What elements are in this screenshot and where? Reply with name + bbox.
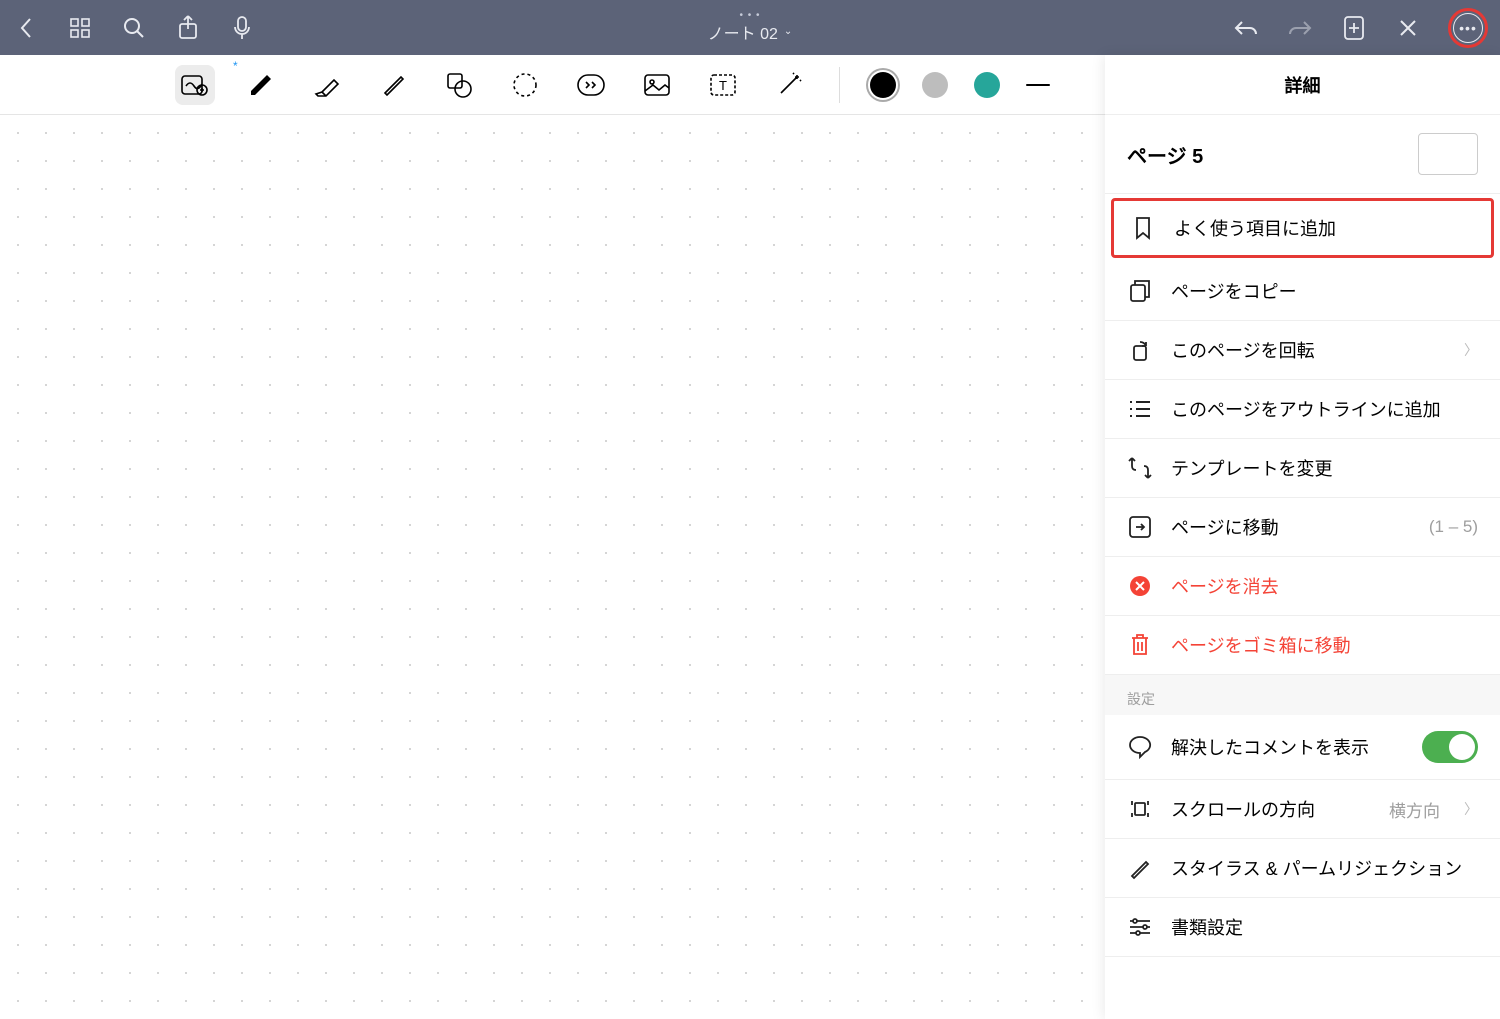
rotate-page-item[interactable]: このページを回転 〉 [1105, 321, 1500, 380]
trash-page-item[interactable]: ページをゴミ箱に移動 [1105, 616, 1500, 675]
add-favorite-item[interactable]: よく使う項目に追加 [1111, 198, 1494, 258]
text-tool[interactable]: T [703, 65, 743, 105]
page-range: (1 – 5) [1429, 517, 1478, 537]
magic-tool[interactable] [769, 65, 809, 105]
color-teal[interactable] [974, 72, 1000, 98]
detail-panel: 詳細 ページ 5 よく使う項目に追加 ページをコピー このページを回転 〉 この… [1105, 55, 1500, 1019]
clear-icon [1127, 573, 1153, 599]
add-outline-item[interactable]: このページをアウトラインに追加 [1105, 380, 1500, 439]
goto-page-item[interactable]: ページに移動 (1 – 5) [1105, 498, 1500, 557]
comments-toggle[interactable] [1422, 731, 1478, 763]
stylus-item[interactable]: スタイラス & パームリジェクション [1105, 839, 1500, 898]
add-page-button[interactable] [1340, 14, 1368, 42]
doc-title[interactable]: • • • ノート 02⌄ [708, 12, 793, 44]
page-number-label: ページ 5 [1127, 140, 1203, 169]
undo-button[interactable] [1232, 14, 1260, 42]
copy-page-item[interactable]: ページをコピー [1105, 262, 1500, 321]
change-template-item[interactable]: テンプレートを変更 [1105, 439, 1500, 498]
stylus-icon [1127, 855, 1153, 881]
resolved-comments-item[interactable]: 解決したコメントを表示 [1105, 715, 1500, 780]
scroll-value: 横方向 [1389, 797, 1440, 822]
zoom-tool[interactable] [175, 65, 215, 105]
clear-page-item[interactable]: ページを消去 [1105, 557, 1500, 616]
color-gray[interactable] [922, 72, 948, 98]
share-button[interactable] [174, 14, 202, 42]
page-thumbnail[interactable] [1418, 133, 1478, 175]
template-icon [1127, 455, 1153, 481]
back-button[interactable] [12, 14, 40, 42]
more-menu-highlight: ••• [1448, 8, 1488, 48]
page-info-row: ページ 5 [1105, 115, 1500, 194]
panel-title: 詳細 [1105, 55, 1500, 115]
pen-tool[interactable]: * [241, 65, 281, 105]
sticker-tool[interactable] [571, 65, 611, 105]
scroll-direction-item[interactable]: スクロールの方向 横方向 〉 [1105, 780, 1500, 839]
chevron-right-icon: 〉 [1464, 340, 1478, 360]
shape-tool[interactable] [439, 65, 479, 105]
goto-icon [1127, 514, 1153, 540]
highlighter-tool[interactable] [373, 65, 413, 105]
close-button[interactable] [1394, 14, 1422, 42]
copy-icon [1127, 278, 1153, 304]
rotate-icon [1127, 337, 1153, 363]
doc-settings-item[interactable]: 書類設定 [1105, 898, 1500, 957]
bookmark-icon [1130, 215, 1156, 241]
trash-icon [1127, 632, 1153, 658]
scroll-icon [1127, 796, 1153, 822]
titlebar: • • • ノート 02⌄ ••• [0, 0, 1500, 55]
grid-button[interactable] [66, 14, 94, 42]
svg-text:T: T [719, 78, 727, 93]
stroke-width[interactable] [1026, 84, 1050, 86]
outline-icon [1127, 396, 1153, 422]
image-tool[interactable] [637, 65, 677, 105]
more-button[interactable]: ••• [1453, 13, 1483, 43]
search-button[interactable] [120, 14, 148, 42]
eraser-tool[interactable] [307, 65, 347, 105]
lasso-tool[interactable] [505, 65, 545, 105]
settings-section-label: 設定 [1105, 675, 1500, 715]
color-black[interactable] [870, 72, 896, 98]
mic-button[interactable] [228, 14, 256, 42]
redo-button[interactable] [1286, 14, 1314, 42]
comment-icon [1127, 734, 1153, 760]
chevron-right-icon: 〉 [1464, 799, 1478, 819]
sliders-icon [1127, 914, 1153, 940]
